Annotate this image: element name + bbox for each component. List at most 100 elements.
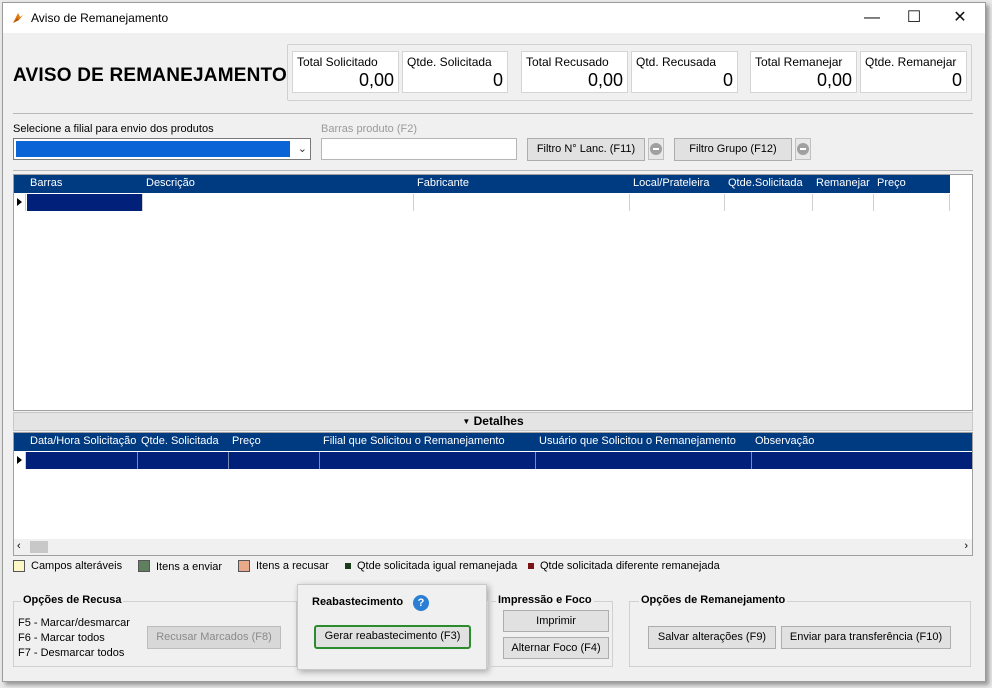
- table-cell[interactable]: [813, 194, 874, 211]
- products-grid[interactable]: Barras Descrição Fabricante Local/Pratel…: [13, 174, 973, 411]
- column-header[interactable]: Fabricante: [417, 177, 469, 189]
- page-title: AVISO DE REMANEJAMENTO: [13, 65, 287, 86]
- total-value: 0,00: [358, 70, 394, 90]
- maximize-button[interactable]: ☐: [891, 3, 937, 33]
- column-header[interactable]: Usuário que Solicitou o Remanejamento: [539, 435, 736, 447]
- row-pointer-icon: [14, 452, 26, 469]
- table-cell[interactable]: [630, 194, 725, 211]
- legend-dot-equal: [345, 563, 351, 569]
- chevron-down-icon[interactable]: ⌄: [298, 142, 307, 155]
- table-cell[interactable]: [27, 194, 143, 211]
- total-solicitado-box: Total Solicitado 0,00: [292, 51, 399, 93]
- column-header[interactable]: Local/Prateleira: [633, 177, 709, 189]
- column-header[interactable]: Preço: [232, 435, 261, 447]
- details-grid[interactable]: Data/Hora Solicitação Qtde. Solicitada P…: [13, 432, 973, 556]
- column-header[interactable]: Filial que Solicitou o Remanejamento: [323, 435, 505, 447]
- table-row[interactable]: [14, 194, 950, 211]
- table-cell[interactable]: [229, 452, 320, 469]
- legend-dot-different: [528, 563, 534, 569]
- details-label: Detalhes: [473, 414, 524, 428]
- branch-select[interactable]: ⌄: [13, 138, 311, 160]
- total-remanejar-box: Total Remanejar 0,00: [750, 51, 857, 93]
- legend-label: Itens a recusar: [256, 560, 329, 572]
- legend-swatch-editable: [13, 560, 25, 572]
- clear-lanc-filter-button[interactable]: [648, 138, 664, 160]
- legend-label: Campos alteráveis: [31, 560, 123, 572]
- row-pointer-icon: [14, 194, 26, 211]
- branch-label: Selecione a filial para envio dos produt…: [13, 123, 214, 135]
- divider: [13, 113, 973, 114]
- barcode-label: Barras produto (F2): [321, 123, 417, 135]
- window-title: Aviso de Remanejamento: [31, 11, 169, 25]
- horizontal-scrollbar[interactable]: ‹ ›: [14, 539, 972, 555]
- table-cell[interactable]: [414, 194, 630, 211]
- shortcut-text: F7 - Desmarcar todos: [18, 647, 125, 659]
- shortcut-text: F6 - Marcar todos: [18, 632, 105, 644]
- column-header[interactable]: Data/Hora Solicitação: [30, 435, 136, 447]
- help-icon[interactable]: ?: [413, 595, 429, 611]
- table-row[interactable]: [14, 452, 972, 469]
- details-toggle-bar[interactable]: ▼ Detalhes: [13, 412, 973, 431]
- table-cell[interactable]: [138, 452, 229, 469]
- total-value: 0: [492, 70, 503, 90]
- filter-lanc-button[interactable]: Filtro N° Lanc. (F11): [527, 138, 645, 161]
- total-label: Qtde. Remanejar: [865, 55, 957, 69]
- qtde-solicitada-box: Qtde. Solicitada 0: [402, 51, 508, 93]
- scrollbar-thumb[interactable]: [30, 541, 48, 553]
- qtd-recusada-box: Qtd. Recusada 0: [631, 51, 738, 93]
- column-header[interactable]: Preço: [877, 177, 906, 189]
- minimize-button[interactable]: —: [849, 3, 895, 33]
- legend-swatch-refuse: [238, 560, 250, 572]
- divider: [13, 170, 973, 171]
- column-header[interactable]: Qtde. Solicitada: [141, 435, 219, 447]
- legend-label: Qtde solicitada diferente remanejada: [540, 560, 720, 572]
- impressao-group-title: Impressão e Foco: [496, 594, 594, 606]
- table-cell[interactable]: [725, 194, 813, 211]
- reabastecimento-group: Reabastecimento ? Gerar reabastecimento …: [297, 584, 487, 670]
- column-header[interactable]: Observação: [755, 435, 814, 447]
- remanejamento-group-title: Opções de Remanejamento: [639, 594, 788, 606]
- total-value: 0,00: [816, 70, 852, 90]
- minus-circle-icon: [797, 143, 809, 155]
- print-button[interactable]: Imprimir: [503, 610, 609, 632]
- main-window: Aviso de Remanejamento — ☐ ✕ AVISO DE RE…: [2, 2, 986, 682]
- total-label: Qtd. Recusada: [636, 55, 717, 69]
- toggle-focus-button[interactable]: Alternar Foco (F4): [503, 637, 609, 659]
- save-changes-button[interactable]: Salvar alterações (F9): [648, 626, 776, 649]
- legend-label: Itens a enviar: [156, 561, 223, 573]
- total-value: 0,00: [587, 70, 623, 90]
- total-label: Total Recusado: [526, 55, 609, 69]
- chevron-right-icon[interactable]: ›: [964, 540, 968, 552]
- minus-circle-icon: [650, 143, 662, 155]
- column-header[interactable]: Qtde.Solicitada: [728, 177, 803, 189]
- close-button[interactable]: ✕: [937, 3, 983, 33]
- app-logo-icon: [13, 13, 23, 23]
- send-transfer-button[interactable]: Enviar para transferência (F10): [781, 626, 951, 649]
- refuse-marked-button[interactable]: Recusar Marcados (F8): [147, 626, 281, 649]
- qtde-remanejar-box: Qtde. Remanejar 0: [860, 51, 967, 93]
- table-cell[interactable]: [536, 452, 752, 469]
- total-value: 0: [951, 70, 962, 90]
- clear-grupo-filter-button[interactable]: [795, 138, 811, 160]
- table-cell[interactable]: [320, 452, 536, 469]
- chevron-left-icon[interactable]: ‹: [17, 540, 21, 552]
- triangle-down-icon: ▼: [462, 417, 471, 426]
- legend-label: Qtde solicitada igual remanejada: [357, 560, 518, 572]
- generate-restock-button[interactable]: Gerar reabastecimento (F3): [314, 625, 471, 649]
- column-header[interactable]: Barras: [30, 177, 62, 189]
- column-header[interactable]: Descrição: [146, 177, 195, 189]
- details-grid-header: Data/Hora Solicitação Qtde. Solicitada P…: [14, 433, 972, 451]
- products-grid-header: Barras Descrição Fabricante Local/Pratel…: [14, 175, 950, 193]
- total-label: Total Remanejar: [755, 55, 843, 69]
- table-cell[interactable]: [874, 194, 950, 211]
- barcode-input[interactable]: [321, 138, 517, 160]
- filter-grupo-button[interactable]: Filtro Grupo (F12): [674, 138, 792, 161]
- table-cell[interactable]: [143, 194, 414, 211]
- title-bar: Aviso de Remanejamento — ☐ ✕: [3, 3, 985, 33]
- branch-selected-value: [16, 141, 290, 157]
- totals-panel: Total Solicitado 0,00 Qtde. Solicitada 0…: [287, 44, 972, 101]
- column-header[interactable]: Remanejar: [816, 177, 870, 189]
- total-value: 0: [722, 70, 733, 90]
- table-cell[interactable]: [27, 452, 138, 469]
- reabastecimento-group-title: Reabastecimento: [310, 596, 406, 608]
